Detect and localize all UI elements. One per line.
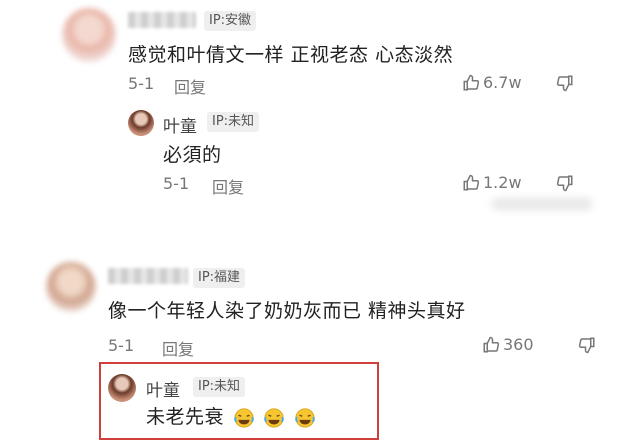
reply-button[interactable]: 回复	[174, 74, 206, 98]
crying-laughing-emoji	[294, 407, 315, 428]
thumbs-up-icon	[463, 174, 480, 190]
thumbs-down-icon[interactable]	[556, 174, 574, 192]
like-count: 360	[503, 335, 534, 354]
username-blurred[interactable]	[128, 12, 196, 28]
thumbs-down-icon[interactable]	[578, 336, 596, 354]
like-count: 1.2w	[483, 173, 522, 192]
avatar[interactable]	[108, 374, 136, 402]
reply-author-name[interactable]: 叶童	[163, 112, 197, 137]
username-blurred[interactable]	[108, 268, 188, 284]
ip-location-tag: IP:福建	[193, 268, 246, 288]
reply-text-row: 未老先衰	[146, 402, 316, 429]
reply-date: 5-1	[163, 174, 190, 193]
thumbs-up-icon	[483, 336, 500, 352]
like-button[interactable]: 360	[482, 335, 534, 354]
reply-author-name[interactable]: 叶童	[146, 376, 180, 401]
comment-date: 5-1	[128, 74, 155, 93]
like-button[interactable]: 1.2w	[462, 173, 522, 192]
crying-laughing-emoji	[233, 407, 254, 428]
ip-location-tag: IP:安徽	[204, 11, 257, 31]
reply-button[interactable]: 回复	[162, 336, 194, 360]
avatar[interactable]	[46, 262, 96, 312]
reply-text: 必須的	[163, 144, 222, 166]
crying-laughing-emoji	[264, 407, 284, 428]
ip-location-tag: IP:未知	[207, 112, 260, 132]
like-button[interactable]: 6.7w	[462, 73, 522, 92]
comment-text: 感觉和叶倩文一样 正视老态 心态淡然	[128, 44, 454, 66]
avatar[interactable]	[128, 110, 154, 136]
reply-button[interactable]: 回复	[212, 174, 244, 198]
thumbs-up-icon	[463, 74, 480, 90]
blurred-area	[492, 198, 592, 210]
like-count: 6.7w	[483, 73, 522, 92]
comment-date: 5-1	[108, 336, 135, 355]
ip-location-tag: IP:未知	[193, 377, 246, 397]
reply-text: 未老先衰	[146, 406, 225, 428]
avatar[interactable]	[62, 8, 116, 62]
thumbs-down-icon[interactable]	[556, 74, 574, 92]
comment-text: 像一个年轻人染了奶奶灰而已 精神头真好	[108, 300, 466, 322]
